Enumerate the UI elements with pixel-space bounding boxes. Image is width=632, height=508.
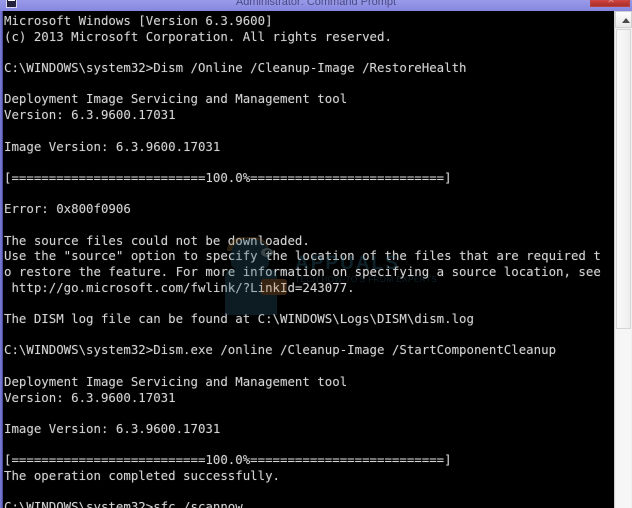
console-line: Version: 6.3.9600.17031 <box>4 107 176 123</box>
console-line: Error: 0x800f0906 <box>4 201 131 217</box>
console-line: Deployment Image Servicing and Managemen… <box>4 373 348 389</box>
console-line: [==========================100.0%=======… <box>4 169 452 185</box>
console-line: The operation completed successfully. <box>4 467 281 483</box>
chevron-up-icon <box>622 18 630 23</box>
scroll-up-button[interactable] <box>615 11 632 28</box>
console-line: Deployment Image Servicing and Managemen… <box>4 91 348 107</box>
console-line: o restore the feature. For more informat… <box>4 264 601 279</box>
scrollbar-thumb[interactable] <box>616 29 631 329</box>
console-line: (c) 2013 Microsoft Corporation. All righ… <box>4 28 392 44</box>
console-line: Use the "source" option to specify the l… <box>4 248 601 264</box>
console-line: Image Version: 6.3.9600.17031 <box>4 138 221 154</box>
command-prompt-window: Administrator: Command Prompt ✕ Microsof… <box>0 0 632 508</box>
console-line: C:\WINDOWS\system32>Dism.exe /online /Cl… <box>4 342 557 358</box>
console-line: The source files could not be downloaded… <box>4 232 310 248</box>
console-line-list: Microsoft Windows [Version 6.3.9600] (c) … <box>4 13 614 508</box>
console-line: Microsoft Windows [Version 6.3.9600] <box>4 13 273 28</box>
close-button[interactable]: ✕ <box>590 0 630 7</box>
window-title: Administrator: Command Prompt <box>235 0 397 8</box>
console-line: Image Version: 6.3.9600.17031 <box>4 420 221 436</box>
close-icon: ✕ <box>607 0 615 5</box>
scrollbar-track[interactable] <box>616 329 631 508</box>
console-line: http://go.microsoft.com/fwlink/?LinkId=2… <box>4 279 355 295</box>
console-output-area[interactable]: Microsoft Windows [Version 6.3.9600] (c) … <box>3 11 614 508</box>
console-line: [==========================100.0%=======… <box>4 452 452 468</box>
console-line: C:\WINDOWS\system32>sfc /scannow <box>4 499 243 508</box>
console-line: C:\WINDOWS\system32>Dism /Online /Cleanu… <box>4 60 467 76</box>
console-line: The DISM log file can be found at C:\WIN… <box>4 311 474 327</box>
vertical-scrollbar[interactable] <box>614 11 632 508</box>
console-line: Version: 6.3.9600.17031 <box>4 389 176 405</box>
window-title-bar[interactable]: Administrator: Command Prompt ✕ <box>0 0 632 11</box>
